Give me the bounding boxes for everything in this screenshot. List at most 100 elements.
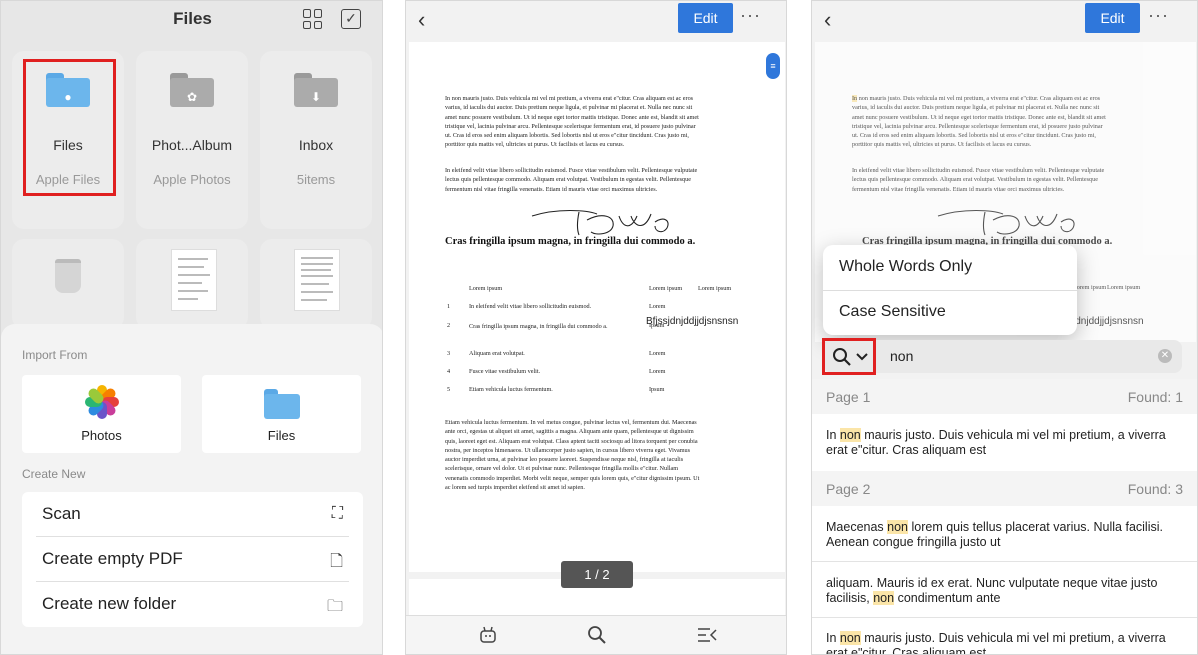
- create-empty-pdf-label: Create empty PDF: [42, 549, 183, 568]
- result-group-header: Page 1 Found: 1: [812, 379, 1197, 414]
- paragraph: In non mauris justo. Duis vehicula mi ve…: [445, 95, 699, 149]
- table-cell: Ipsum: [649, 386, 665, 393]
- table-cell: 4: [447, 368, 451, 375]
- files-folder-icon: [264, 389, 300, 419]
- result-text: mauris justo. Duis vehicula mi vel mi pr…: [826, 428, 1166, 457]
- search-bar: non ✕: [824, 340, 1182, 373]
- tile-subtitle: Apple Photos: [153, 172, 231, 187]
- outline-list-icon[interactable]: [696, 625, 718, 645]
- more-options-icon[interactable]: ···: [1148, 5, 1169, 26]
- search-result-item[interactable]: In non mauris justo. Duis vehicula mi ve…: [826, 631, 1186, 655]
- back-chevron-icon[interactable]: ‹: [418, 7, 425, 33]
- handwritten-signature: [937, 210, 1075, 236]
- table-cell: In eleifend velit vitae libero sollicitu…: [469, 303, 592, 310]
- create-empty-pdf-button[interactable]: Create empty PDF 🗋: [22, 537, 363, 582]
- table-cell: Aliquam erat volutpat.: [469, 350, 525, 357]
- import-photos-label: Photos: [81, 428, 122, 443]
- files-panel: Files ✓ ● Files Apple Files ✿ Phot...Alb…: [0, 0, 383, 655]
- table-cell: Fusce vitae vestibulum velit.: [469, 368, 541, 375]
- tile-document-2[interactable]: [260, 239, 372, 329]
- highlight-box: [822, 338, 876, 375]
- search-result-item[interactable]: aliquam. Mauris id ex erat. Nunc vulputa…: [826, 576, 1186, 606]
- paragraph: In eleifend velit vitae libero sollicitu…: [445, 167, 698, 193]
- import-from-label: Import From: [22, 348, 88, 362]
- tile-name: Inbox: [298, 137, 334, 153]
- table-header-cell: Lorem ipsum: [649, 285, 683, 292]
- search-options-menu: Whole Words Only Case Sensitive: [823, 245, 1077, 335]
- back-chevron-icon[interactable]: ‹: [824, 7, 831, 33]
- edit-button[interactable]: Edit: [678, 3, 733, 33]
- photos-app-icon: [85, 385, 119, 419]
- pdf-search-panel: ‹ Edit ··· In In non mauris justo. Duis …: [811, 0, 1198, 655]
- search-result-item[interactable]: Maecenas non lorem quis tellus placerat …: [826, 520, 1186, 550]
- document-thumbnail: [294, 249, 340, 311]
- result-count: Found: 3: [1127, 481, 1183, 497]
- result-match: non: [887, 520, 909, 534]
- create-new-label: Create New: [22, 467, 86, 481]
- whole-words-only-option[interactable]: Whole Words Only: [839, 258, 972, 276]
- table-cell: 5: [447, 386, 451, 393]
- table-cell: Lorem: [649, 368, 666, 375]
- scan-button[interactable]: Scan ⛶: [22, 492, 363, 537]
- grid-view-icon[interactable]: [303, 9, 323, 29]
- table-header-cell: Lorem ipsum: [1107, 284, 1141, 291]
- highlight-box: [23, 59, 116, 196]
- create-new-folder-button[interactable]: Create new folder 🗀: [22, 582, 363, 627]
- paragraph: In eleifend velit vitae libero sollicitu…: [852, 167, 1105, 193]
- tile-photo-album[interactable]: ✿ Phot...Album Apple Photos: [136, 51, 248, 229]
- data-table: Lorem ipsum Lorem ipsum Lorem ipsum 1 In…: [445, 282, 765, 402]
- table-cell: Etiam vehicula luctus fermentum.: [469, 386, 553, 393]
- case-sensitive-option[interactable]: Case Sensitive: [839, 303, 946, 321]
- inbox-folder-icon: ⬇: [294, 73, 338, 107]
- search-icon[interactable]: [587, 625, 607, 645]
- more-options-icon[interactable]: ···: [740, 5, 761, 26]
- tile-inbox[interactable]: ⬇ Inbox 5items: [260, 51, 372, 229]
- scan-icon: ⛶: [331, 505, 343, 522]
- data-table-partial: Lorem ipsum Lorem ipsum jdnjddjjdjsnsnsn: [1073, 284, 1193, 334]
- search-input[interactable]: non: [890, 348, 913, 364]
- result-page-label: Page 2: [826, 481, 871, 497]
- result-page-label: Page 1: [826, 389, 871, 405]
- result-match: non: [839, 631, 861, 645]
- result-text: Maecenas: [826, 520, 888, 534]
- scan-label: Scan: [42, 504, 81, 523]
- edit-button[interactable]: Edit: [1085, 3, 1140, 33]
- bot-icon[interactable]: [478, 625, 498, 645]
- new-document-icon: 🗋: [330, 553, 343, 570]
- create-new-folder-label: Create new folder: [42, 594, 177, 613]
- import-files-label: Files: [267, 428, 296, 443]
- table-cell: Cras fringilla ipsum magna, in fringilla…: [469, 323, 608, 330]
- handwritten-signature: [531, 210, 669, 236]
- result-match: non: [873, 591, 895, 605]
- import-photos-button[interactable]: Photos: [22, 375, 181, 453]
- result-group-header: Page 2 Found: 3: [812, 471, 1197, 506]
- table-cell: 1: [447, 303, 451, 310]
- pdf-viewer-panel: ‹ Edit ··· In non mauris justo. Duis veh…: [405, 0, 787, 655]
- page-title: Files: [173, 9, 212, 28]
- import-files-button[interactable]: Files: [202, 375, 361, 453]
- section-heading: Cras fringilla ipsum magna, in fringilla…: [445, 236, 696, 247]
- handwritten-note: Bfjssjdnjddjjdjsnsnsn: [646, 316, 739, 327]
- paragraph: Etiam vehicula luctus fermentum. In vel …: [445, 419, 700, 492]
- tile-name: Phot...Album: [151, 137, 233, 153]
- document-thumbnail: [171, 249, 217, 311]
- table-cell: Lorem: [649, 350, 666, 357]
- table-header-cell: Lorem ipsum: [469, 285, 503, 292]
- search-result-item[interactable]: In non mauris justo. Duis vehicula mi ve…: [826, 428, 1186, 458]
- result-text: In: [826, 631, 840, 645]
- bottom-toolbar: [406, 615, 786, 654]
- result-text: mauris justo. Duis vehicula mi vel mi pr…: [826, 631, 1166, 655]
- paragraph: In In non mauris justo. Duis vehicula mi…: [852, 95, 1106, 149]
- pdf-page: In non mauris justo. Duis vehicula mi ve…: [409, 42, 785, 572]
- import-sheet: Import From Photos Files Create New Scan…: [1, 324, 382, 654]
- handwritten-note: jdnjddjjdjsnsnsn: [1073, 316, 1144, 327]
- tile-document-1[interactable]: [136, 239, 248, 329]
- select-checkbox-icon[interactable]: ✓: [341, 9, 361, 29]
- scroll-handle[interactable]: ≡: [766, 53, 780, 79]
- result-text: In: [826, 428, 840, 442]
- page-counter: 1 / 2: [561, 561, 633, 588]
- table-header-cell: Lorem ipsum: [1073, 284, 1107, 291]
- result-text: condimentum ante: [894, 591, 1001, 605]
- clear-search-icon[interactable]: ✕: [1158, 349, 1172, 363]
- tile-trash[interactable]: [12, 239, 124, 329]
